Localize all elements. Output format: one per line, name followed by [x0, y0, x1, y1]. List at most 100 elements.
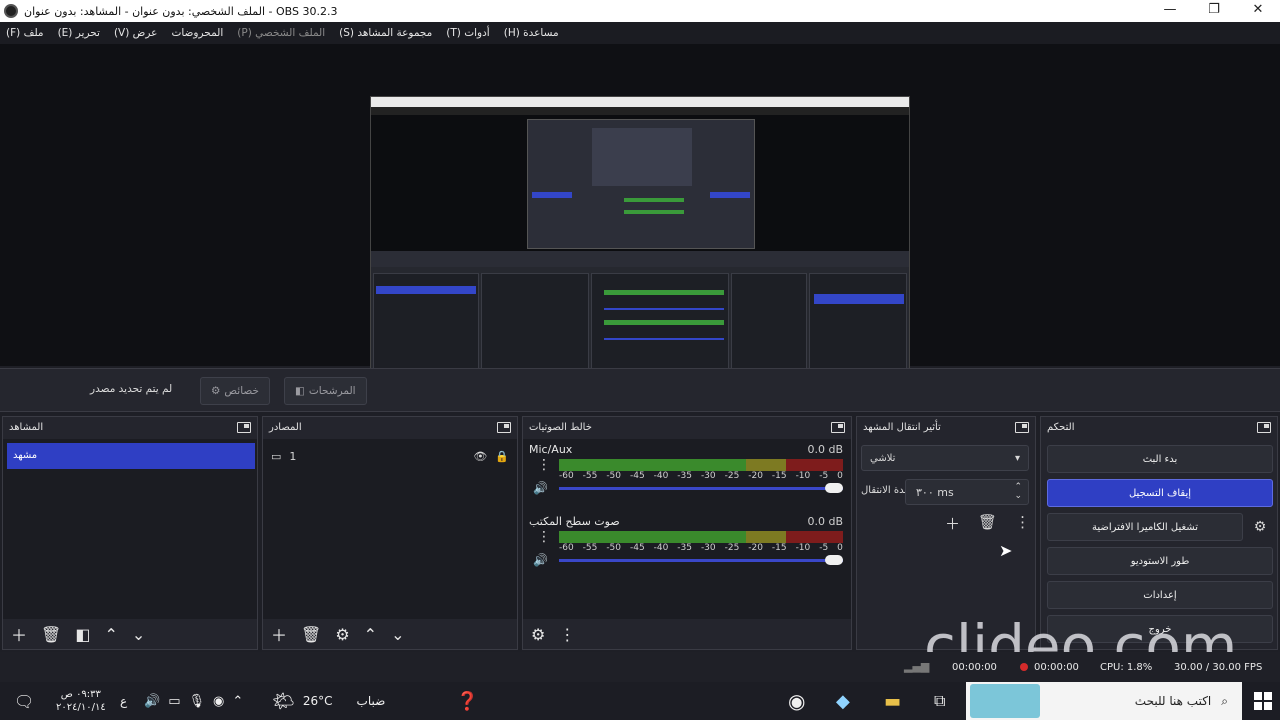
undock-icon[interactable] [497, 421, 511, 433]
undock-icon[interactable] [831, 421, 845, 433]
menu-scene-collection[interactable]: (S) مجموعة المشاهد [339, 27, 432, 39]
transition-selected: تلاشي [870, 452, 896, 464]
volume-slider-handle[interactable] [825, 555, 843, 565]
preview-nested-meter [604, 290, 724, 295]
sources-dock-title: المصادر [269, 421, 302, 433]
mixer-channel: صوت سطح المكتب 0.0 dB ⋮ -60 -55 -50 -45 -40-… [529, 515, 843, 581]
move-down-icon[interactable]: ⌄ [132, 625, 145, 644]
help-app-icon[interactable]: ❓ [456, 682, 478, 720]
minimize-button[interactable]: — [1148, 0, 1192, 22]
menu-profile[interactable]: (P) الملف الشخصي [237, 27, 325, 39]
volume-slider-handle[interactable] [825, 483, 843, 493]
file-explorer-icon[interactable]: ▬ [884, 682, 901, 720]
clock-date: ٢٠٢٤/١٠/١٤ [56, 702, 106, 713]
network-signal-icon: ▂▄▆ [904, 660, 930, 673]
source-properties-icon[interactable]: ⚙ [335, 625, 349, 644]
remove-source-icon[interactable]: 🗑 [301, 625, 321, 644]
add-source-icon[interactable]: ＋ [271, 622, 287, 646]
stop-recording-button[interactable]: إيقاف التسجيل [1047, 479, 1273, 507]
weather-widget[interactable]: 🌤 26°C ضباب [272, 682, 385, 720]
remove-transition-icon[interactable]: 🗑 [978, 513, 997, 534]
volume-meter [559, 459, 843, 471]
properties-button[interactable]: ⚙ خصائص [200, 377, 271, 405]
transitions-dock-title: تأثير انتقال المشهد [863, 421, 941, 433]
start-streaming-button[interactable]: بدء البث [1047, 445, 1273, 473]
start-virtual-camera-button[interactable]: تشغيل الكاميرا الافتراضية [1047, 513, 1243, 541]
scene-filters-icon[interactable]: ◧ [75, 625, 90, 644]
gear-icon: ⚙ [211, 385, 221, 397]
preview-nested-window [527, 119, 755, 249]
spin-arrows-icon[interactable]: ⌃ ⌄ [1014, 483, 1022, 501]
window-title: الملف الشخصي: بدون عنوان - المشاهد: بدون… [24, 4, 338, 18]
microphone-icon[interactable]: 🎙 [188, 694, 205, 709]
add-transition-icon[interactable]: ＋ [945, 513, 960, 534]
preview-nested-scene-highlight [532, 192, 572, 198]
add-scene-icon[interactable]: ＋ [11, 622, 27, 646]
speaker-icon[interactable]: 🔊 [533, 553, 548, 567]
stream-time: 00:00:00 [952, 662, 997, 673]
transition-menu-icon[interactable]: ⋮ [1015, 513, 1030, 534]
menu-help[interactable]: (H) مساعدة [504, 27, 559, 39]
menu-tools[interactable]: (T) أدوات [446, 27, 489, 39]
menu-file[interactable]: (F) ملف [6, 27, 44, 39]
preview-nested-slider [604, 338, 724, 340]
menu-view[interactable]: (V) عرض [114, 27, 157, 39]
volume-slider[interactable] [559, 483, 843, 493]
task-view-icon[interactable]: ⧉ [934, 682, 945, 720]
sources-list: ▭ 1 👁 🔒 [263, 439, 517, 619]
obs-taskbar-icon[interactable]: ◉ [788, 682, 805, 720]
recording-time: 00:00:00 [1034, 662, 1079, 673]
clock[interactable]: ٠٩:٣٣ ص ٢٠٢٤/١٠/١٤ [56, 682, 106, 720]
source-item[interactable]: ▭ 1 👁 🔒 [271, 445, 509, 467]
filters-button[interactable]: ◧ المرشحات [284, 377, 367, 405]
language-indicator[interactable]: ع [120, 682, 127, 720]
camera-icon[interactable]: ◉ [213, 694, 224, 709]
mouse-cursor-icon: ➤ [999, 541, 1013, 560]
menu-edit[interactable]: (E) تحرير [58, 27, 100, 39]
move-up-icon[interactable]: ⌃ [104, 625, 117, 644]
preview-nested-scene-item [376, 286, 476, 294]
app-taskbar-icon[interactable]: ◆ [836, 682, 850, 720]
close-button[interactable]: ✕ [1236, 0, 1280, 22]
move-up-icon[interactable]: ⌃ [364, 625, 377, 644]
network-icon[interactable]: ▭ [168, 694, 180, 709]
windows-start-icon[interactable] [1254, 692, 1272, 710]
mixer-channel: Mic/Aux 0.0 dB ⋮ -60 -55 -50 -45 -40 -35 -30 -2… [529, 443, 843, 509]
undock-icon[interactable] [237, 421, 251, 433]
settings-button[interactable]: إعدادات [1047, 581, 1273, 609]
channel-menu-icon[interactable]: ⋮ [537, 529, 551, 545]
menu-docks[interactable]: المحروضات [171, 27, 223, 39]
mixer-menu-icon[interactable]: ⋮ [559, 625, 575, 644]
scene-item[interactable]: مشهد [7, 443, 255, 469]
move-down-icon[interactable]: ⌄ [391, 625, 404, 644]
duration-input[interactable]: ٣٠٠ ms ⌃ ⌄ [905, 479, 1029, 505]
lock-icon[interactable]: 🔒 [495, 450, 509, 463]
restore-button[interactable]: ❐ [1192, 0, 1236, 22]
program-preview[interactable] [370, 96, 910, 402]
cpu-usage: CPU: 1.8% [1100, 662, 1153, 673]
preview-nested-meter [624, 198, 684, 202]
taskbar-search[interactable]: اكتب هنا للبحث ⌕ [966, 682, 1242, 720]
advanced-audio-icon[interactable]: ⚙ [531, 625, 545, 644]
speaker-icon[interactable]: 🔊 [533, 481, 548, 495]
undock-icon[interactable] [1257, 421, 1271, 433]
filters-label: المرشحات [308, 385, 356, 397]
speaker-icon[interactable]: 🔊 [144, 694, 160, 709]
volume-slider[interactable] [559, 555, 843, 565]
studio-mode-button[interactable]: طور الاستوديو [1047, 547, 1273, 575]
scenes-dock-title: المشاهد [9, 421, 44, 433]
preview-nested-sources [481, 273, 589, 369]
preview-area[interactable] [0, 44, 1280, 402]
channel-menu-icon[interactable]: ⋮ [537, 457, 551, 473]
transition-select[interactable]: تلاشي ▾ [861, 445, 1029, 471]
show-hidden-icons-chevron-icon[interactable]: ⌃ [232, 694, 243, 709]
undock-icon[interactable] [1015, 421, 1029, 433]
channel-name: Mic/Aux [529, 443, 573, 456]
meter-ticks: -60 -55 -50 -45 -40 -35 -30 -25 -20 -15 -10 -5 0 [559, 543, 843, 553]
scenes-list: مشهد [3, 439, 257, 619]
virtual-camera-settings-icon[interactable]: ⚙ [1247, 513, 1273, 541]
eye-icon[interactable]: 👁 [473, 450, 487, 463]
fps-readout: 30.00 / 30.00 FPS [1174, 662, 1263, 673]
remove-scene-icon[interactable]: 🗑 [41, 625, 61, 644]
notification-center-icon[interactable]: 🗨 [14, 682, 34, 720]
